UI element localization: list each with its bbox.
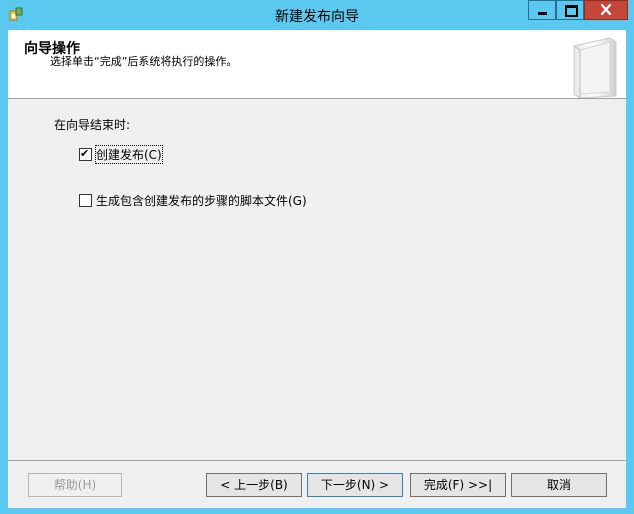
generate-script-checkbox[interactable] — [79, 194, 92, 207]
create-publication-option[interactable]: 创建发布(C) — [79, 145, 163, 164]
finish-button[interactable]: 完成(F) >>| — [410, 473, 506, 497]
back-button[interactable]: < 上一步(B) — [206, 473, 302, 497]
wizard-header: 向导操作 选择单击“完成”后系统将执行的操作。 — [8, 30, 626, 99]
wizard-window: 新建发布向导 向导操作 选择单击“完成”后系统将执行的操作。 在向导结束时: ✔… — [0, 0, 634, 514]
generate-script-label[interactable]: 生成包含创建发布的步骤的脚本文件(G) — [96, 192, 307, 209]
footer-divider — [8, 460, 626, 461]
create-publication-label[interactable]: 创建发布(C) — [95, 145, 163, 164]
page-description: 选择单击“完成”后系统将执行的操作。 — [50, 55, 238, 68]
wizard-body: 向导操作 选择单击“完成”后系统将执行的操作。 在向导结束时: 创建发布(C) — [8, 30, 626, 508]
next-button[interactable]: 下一步(N) > — [307, 473, 403, 497]
create-publication-checkbox[interactable] — [79, 146, 92, 161]
actions-label: 在向导结束时: — [54, 118, 131, 132]
close-icon — [600, 3, 612, 16]
title-bar[interactable]: 新建发布向导 — [0, 0, 634, 30]
minimize-button[interactable] — [528, 0, 556, 20]
maximize-button[interactable] — [556, 0, 584, 20]
wizard-banner-icon — [573, 37, 617, 98]
help-button[interactable]: 帮助(H) — [28, 473, 122, 497]
generate-script-option[interactable]: 生成包含创建发布的步骤的脚本文件(G) — [79, 192, 307, 209]
cancel-button[interactable]: 取消 — [511, 473, 607, 497]
close-button[interactable] — [584, 0, 628, 20]
